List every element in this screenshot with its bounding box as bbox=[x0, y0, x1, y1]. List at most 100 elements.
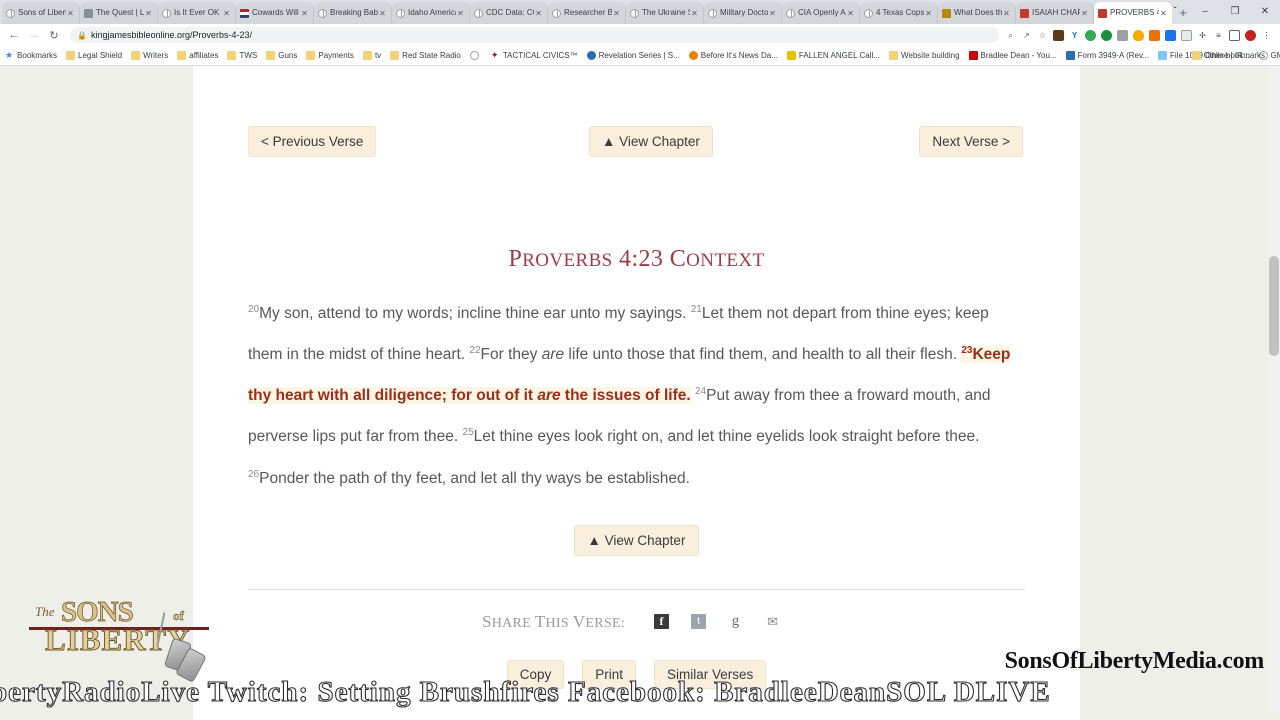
divider bbox=[248, 588, 1025, 590]
close-icon[interactable]: ✕ bbox=[144, 9, 153, 18]
scrollbar-thumb[interactable] bbox=[1269, 256, 1279, 356]
close-icon[interactable]: ✕ bbox=[534, 9, 543, 18]
view-chapter-button-top[interactable]: ▲ View Chapter bbox=[589, 126, 713, 157]
google-icon[interactable]: g bbox=[728, 613, 743, 629]
browser-tab[interactable]: CIA Openly Adn ✕ bbox=[782, 2, 860, 24]
ext-green-icon[interactable] bbox=[1085, 29, 1096, 41]
ext-brown-icon[interactable] bbox=[1053, 29, 1064, 41]
bookmark-item[interactable]: FALLEN ANGEL Call... bbox=[786, 51, 880, 60]
ext-red-icon[interactable] bbox=[1245, 29, 1256, 41]
close-icon[interactable]: ✕ bbox=[690, 9, 699, 18]
verse-number-25: 25 bbox=[462, 427, 474, 439]
close-icon[interactable]: ✕ bbox=[456, 9, 465, 18]
page-title-book: ROVERBS bbox=[522, 250, 613, 271]
ext-badge-icon[interactable] bbox=[1101, 29, 1112, 41]
page-title-word: ONTEXT bbox=[686, 250, 765, 271]
twitter-icon[interactable]: t bbox=[691, 614, 707, 630]
ext-window-icon[interactable] bbox=[1229, 29, 1240, 41]
bookmark-item[interactable]: Website building bbox=[888, 51, 960, 60]
ext-pin-icon[interactable]: ✢ bbox=[1197, 30, 1208, 41]
previous-verse-button[interactable]: < Previous Verse bbox=[248, 126, 377, 157]
close-icon[interactable]: ✕ bbox=[1002, 9, 1011, 18]
bookmark-item[interactable]: Before It's News Da... bbox=[688, 51, 778, 60]
browser-tab[interactable]: Researcher Blo ✕ bbox=[548, 2, 626, 24]
next-verse-button[interactable]: Next Verse > bbox=[919, 126, 1023, 157]
browser-tab[interactable]: 4 Texas Cops Q ✕ bbox=[860, 2, 938, 24]
reload-icon[interactable]: ↻ bbox=[44, 29, 64, 42]
bookmark-item[interactable]: Legal Shield bbox=[66, 51, 122, 60]
bookmark-item[interactable]: Guns bbox=[266, 51, 297, 60]
zoom-icon[interactable]: ⌕ bbox=[1005, 30, 1016, 41]
folder-icon bbox=[888, 51, 898, 60]
close-icon[interactable]: ✕ bbox=[378, 9, 387, 18]
folder-icon bbox=[227, 51, 237, 60]
email-icon[interactable]: ✉ bbox=[765, 614, 780, 629]
tab-title: Cowards Will N bbox=[252, 8, 300, 17]
ext-list-icon[interactable]: ≡ bbox=[1213, 30, 1224, 41]
tab-title: The Ukraine Sit bbox=[642, 8, 690, 17]
verse-number-24: 24 bbox=[695, 386, 707, 398]
bookmark-item[interactable]: ★ Bookmarks bbox=[5, 51, 57, 61]
globe-icon bbox=[318, 8, 327, 18]
browser-tab[interactable]: Sons of Liberty ✕ bbox=[2, 2, 80, 24]
bookmark-item[interactable] bbox=[469, 51, 482, 60]
ext-y-icon[interactable]: Y bbox=[1069, 30, 1080, 41]
maximize-button[interactable]: ❐ bbox=[1220, 0, 1250, 24]
page-title-initial: P bbox=[508, 246, 523, 272]
bookmark-item[interactable]: tv bbox=[362, 51, 381, 60]
ext-fox-icon[interactable] bbox=[1149, 29, 1160, 41]
browser-tab[interactable]: Breaking Baby ✕ bbox=[314, 2, 392, 24]
browser-tab[interactable]: Cowards Will N ✕ bbox=[236, 2, 314, 24]
tab-search-icon[interactable]: ˇ bbox=[1160, 0, 1190, 24]
facebook-icon[interactable]: f bbox=[654, 614, 670, 630]
bookmark-item[interactable]: Bradlee Dean - You... bbox=[968, 51, 1057, 60]
close-window-button[interactable]: ✕ bbox=[1250, 0, 1280, 24]
forward-icon[interactable]: → bbox=[24, 29, 44, 41]
browser-window: Sons of Liberty ✕ The Quest | LEA ✕ Is I… bbox=[0, 0, 1280, 720]
bookmark-label: Legal Shield bbox=[78, 51, 123, 60]
close-icon[interactable]: ✕ bbox=[66, 9, 75, 18]
close-icon[interactable]: ✕ bbox=[300, 9, 309, 18]
close-icon[interactable]: ✕ bbox=[222, 9, 231, 18]
bookmark-item[interactable]: affiliates bbox=[177, 51, 218, 60]
browser-tab[interactable]: Idaho America ✕ bbox=[392, 2, 470, 24]
bookmark-item[interactable]: ✦ TACTICAL CIVICS™ bbox=[491, 51, 578, 61]
browser-tab[interactable]: Military Doctor ✕ bbox=[704, 2, 782, 24]
ext-white-icon[interactable] bbox=[1181, 29, 1192, 41]
bookmark-star-icon[interactable]: ☆ bbox=[1037, 30, 1048, 41]
close-icon[interactable]: ✕ bbox=[612, 9, 621, 18]
bookmark-item[interactable]: Payments bbox=[306, 51, 354, 60]
page-scrollbar[interactable] bbox=[1267, 66, 1280, 720]
browser-tab[interactable]: CDC Data: COVI ✕ bbox=[470, 2, 548, 24]
browser-tab[interactable]: ISAIAH CHAPTEI ✕ bbox=[1016, 2, 1094, 24]
other-bookmarks-item[interactable]: Other bookmarks bbox=[1191, 51, 1265, 60]
back-icon[interactable]: ← bbox=[4, 29, 24, 41]
bookmark-label: Guns bbox=[278, 51, 298, 60]
ext-grey-icon[interactable] bbox=[1117, 29, 1128, 41]
bookmark-item[interactable]: Writers bbox=[131, 51, 168, 60]
address-bar[interactable]: 🔒 kingjamesbibleonline.org/Proverbs-4-23… bbox=[70, 27, 999, 43]
verse-emphasis-22: are bbox=[541, 346, 565, 364]
bookmark-item[interactable]: Revelation Series | S... bbox=[586, 51, 680, 60]
browser-tab[interactable]: The Quest | LEA ✕ bbox=[80, 2, 158, 24]
ext-leaf-icon[interactable] bbox=[1133, 29, 1144, 41]
bookmark-item[interactable]: Red State Radio bbox=[390, 51, 461, 60]
browser-tab[interactable]: What Does the ✕ bbox=[938, 2, 1016, 24]
browser-tab[interactable]: Is It Ever OK Or ✕ bbox=[158, 2, 236, 24]
globe-icon bbox=[552, 8, 561, 18]
view-chapter-button-bottom[interactable]: ▲ View Chapter bbox=[573, 524, 700, 556]
view-chapter-bottom-row: ▲ View Chapter bbox=[193, 524, 1080, 556]
close-icon[interactable]: ✕ bbox=[1080, 9, 1089, 18]
close-icon[interactable]: ✕ bbox=[768, 9, 777, 18]
bookmark-item[interactable]: Form 3949-A (Rev... bbox=[1065, 51, 1149, 60]
bookmark-label: FALLEN ANGEL Call... bbox=[798, 51, 880, 60]
ext-person-icon[interactable] bbox=[1165, 29, 1176, 41]
share-icon[interactable]: ↗ bbox=[1021, 30, 1032, 41]
close-icon[interactable]: ✕ bbox=[846, 9, 855, 18]
browser-tab[interactable]: The Ukraine Sit ✕ bbox=[626, 2, 704, 24]
minimize-button[interactable]: – bbox=[1190, 0, 1220, 24]
close-icon[interactable]: ✕ bbox=[924, 9, 933, 18]
bookmark-item[interactable]: TWS bbox=[227, 51, 257, 60]
chrome-menu-icon[interactable]: ⋮ bbox=[1261, 30, 1272, 41]
folder-icon bbox=[131, 51, 141, 60]
